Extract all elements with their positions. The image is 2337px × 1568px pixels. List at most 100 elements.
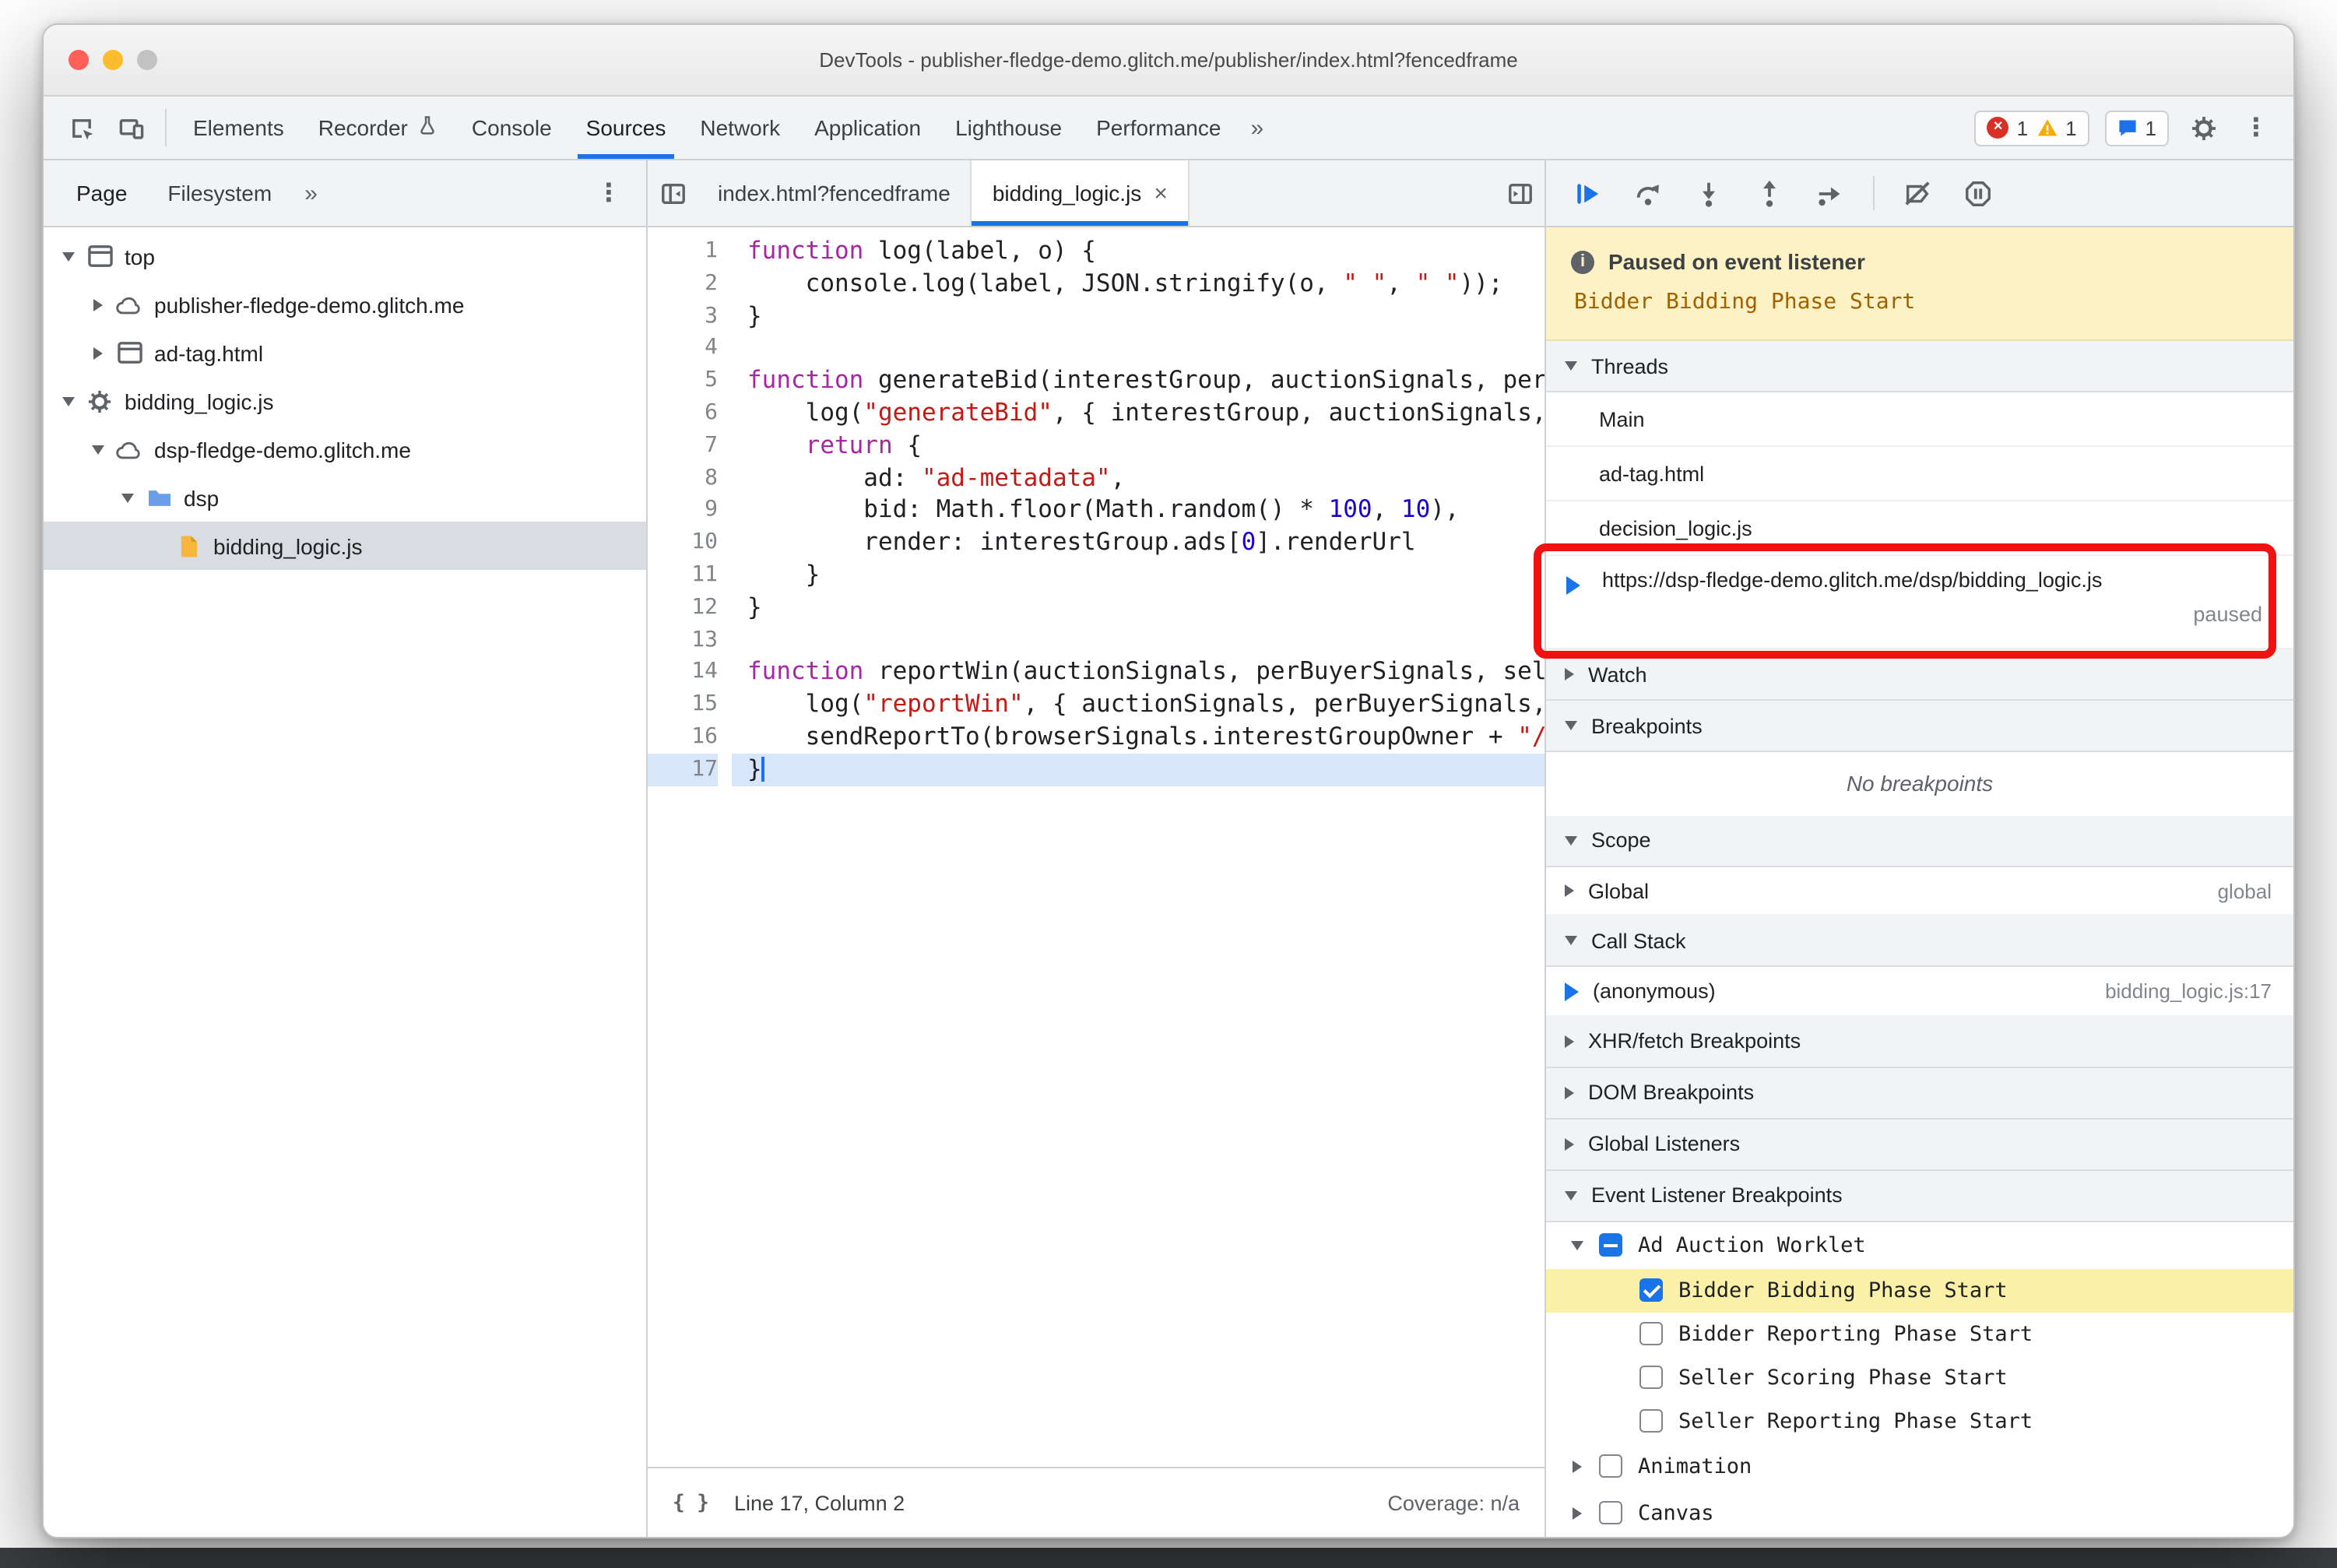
collapse-icon[interactable] xyxy=(86,445,111,454)
section-breakpoints[interactable]: Breakpoints xyxy=(1546,701,2293,752)
step-over-icon[interactable] xyxy=(1622,170,1674,216)
settings-gear-icon[interactable] xyxy=(2184,114,2222,141)
line-number[interactable]: 16 xyxy=(648,721,718,754)
section-call-stack[interactable]: Call Stack xyxy=(1546,916,2293,968)
line-number[interactable]: 11 xyxy=(648,559,718,592)
line-number[interactable]: 4 xyxy=(648,332,718,365)
tree-item-top[interactable]: top xyxy=(44,232,646,280)
section-dom-breakpoints[interactable]: DOM Breakpoints xyxy=(1546,1067,2293,1120)
tab-performance[interactable]: Performance xyxy=(1079,97,1238,159)
elb-item-bidder-bidding-phase-start[interactable]: Bidder Bidding Phase Start xyxy=(1546,1268,2293,1313)
elb-item-bidder-reporting-phase-start[interactable]: Bidder Reporting Phase Start xyxy=(1546,1313,2293,1356)
tab-console[interactable]: Console xyxy=(455,97,569,159)
device-toolbar-button[interactable] xyxy=(106,97,156,159)
collapse-icon[interactable] xyxy=(56,396,81,406)
section-threads[interactable]: Threads xyxy=(1546,341,2293,392)
line-number[interactable]: 1 xyxy=(648,235,718,268)
step-into-icon[interactable] xyxy=(1683,170,1734,216)
tree-item-bidding-logic-js[interactable]: bidding_logic.js xyxy=(44,377,646,425)
thread-item-active[interactable]: https://dsp-fledge-demo.glitch.me/dsp/bi… xyxy=(1546,556,2293,649)
toggle-navigator-icon[interactable] xyxy=(648,160,698,226)
tree-item-dsp-fledge-demo-glitch-me[interactable]: dsp-fledge-demo.glitch.me xyxy=(44,425,646,473)
step-icon[interactable] xyxy=(1805,170,1856,216)
tab-elements[interactable]: Elements xyxy=(176,97,301,159)
line-number-gutter[interactable]: 1 2 3 4 5 6 7 8 9 10 11 12 13 14 15 16 17 xyxy=(648,235,732,1467)
expand-icon[interactable] xyxy=(86,298,111,311)
tab-application[interactable]: Application xyxy=(797,97,938,159)
line-number[interactable]: 12 xyxy=(648,592,718,624)
close-tab-icon[interactable]: × xyxy=(1154,180,1168,206)
checkbox-ad-auction-worklet[interactable] xyxy=(1599,1233,1622,1257)
call-stack-frame[interactable]: (anonymous) bidding_logic.js:17 xyxy=(1546,968,2293,1017)
resume-script-icon[interactable] xyxy=(1562,170,1613,216)
line-number[interactable]: 8 xyxy=(648,462,718,494)
line-number[interactable]: 14 xyxy=(648,656,718,689)
pause-on-exceptions-icon[interactable] xyxy=(1952,170,2004,216)
navigator-menu-icon[interactable]: ⋮ xyxy=(596,178,646,209)
tab-recorder[interactable]: Recorder xyxy=(301,97,455,159)
elb-group-animation[interactable]: Animation xyxy=(1546,1443,2293,1490)
pretty-print-button[interactable]: { } xyxy=(673,1491,709,1514)
line-number[interactable]: 13 xyxy=(648,624,718,656)
section-global-listeners[interactable]: Global Listeners xyxy=(1546,1119,2293,1171)
checkbox-animation[interactable] xyxy=(1599,1454,1622,1478)
line-number[interactable]: 5 xyxy=(648,364,718,397)
line-number[interactable]: 15 xyxy=(648,688,718,721)
thread-item-main[interactable]: Main xyxy=(1546,392,2293,447)
collapse-icon[interactable] xyxy=(56,251,81,261)
tab-lighthouse[interactable]: Lighthouse xyxy=(938,97,1079,159)
elb-group-ad-auction-worklet[interactable]: Ad Auction Worklet xyxy=(1546,1222,2293,1269)
tab-filesystem[interactable]: Filesystem xyxy=(147,160,292,226)
zoom-window-button[interactable] xyxy=(137,50,157,70)
close-window-button[interactable] xyxy=(69,50,89,70)
line-number[interactable]: 2 xyxy=(648,268,718,301)
tab-page[interactable]: Page xyxy=(56,160,147,226)
tab-network[interactable]: Network xyxy=(683,97,797,159)
line-number[interactable]: 3 xyxy=(648,300,718,332)
kebab-menu-icon[interactable]: ⋮ xyxy=(2237,112,2275,143)
section-event-listener-breakpoints[interactable]: Event Listener Breakpoints xyxy=(1546,1170,2293,1222)
checkbox-bidder-bidding-phase-start[interactable] xyxy=(1639,1278,1663,1303)
checkbox-bidder-reporting-phase-start[interactable] xyxy=(1639,1322,1663,1346)
tab-sources[interactable]: Sources xyxy=(569,97,684,159)
deactivate-breakpoints-icon[interactable] xyxy=(1892,170,1943,216)
line-number[interactable]: 7 xyxy=(648,430,718,462)
more-panels-button[interactable]: » xyxy=(1238,97,1276,159)
line-number[interactable]: 9 xyxy=(648,494,718,527)
section-watch[interactable]: Watch xyxy=(1546,649,2293,701)
step-out-icon[interactable] xyxy=(1744,170,1795,216)
tree-item-dsp[interactable]: dsp xyxy=(44,473,646,522)
code-content[interactable]: function log(label, o) { console.log(lab… xyxy=(732,235,1545,1467)
elb-item-seller-reporting-phase-start[interactable]: Seller Reporting Phase Start xyxy=(1546,1400,2293,1443)
minimize-window-button[interactable] xyxy=(103,50,123,70)
line-number[interactable]: 10 xyxy=(648,526,718,559)
collapse-icon[interactable] xyxy=(115,493,140,502)
issues-counter[interactable]: × 1 1 xyxy=(1974,110,2089,146)
editor-tab-index-html[interactable]: index.html?fencedframe xyxy=(698,160,972,226)
more-navigator-tabs-button[interactable]: » xyxy=(292,180,330,206)
checkbox-canvas[interactable] xyxy=(1599,1501,1622,1525)
elb-group-canvas[interactable]: Canvas xyxy=(1546,1490,2293,1537)
code-editor[interactable]: 1 2 3 4 5 6 7 8 9 10 11 12 13 14 15 16 17 function log(l… xyxy=(648,227,1545,1467)
collapse-icon[interactable] xyxy=(1565,1240,1590,1250)
line-number[interactable]: 6 xyxy=(648,397,718,430)
tree-item-publisher-fledge-demo-glitch-me[interactable]: publisher-fledge-demo.glitch.me xyxy=(44,280,646,329)
checkbox-seller-reporting-phase-start[interactable] xyxy=(1639,1409,1663,1433)
editor-tab-bidding-logic[interactable]: bidding_logic.js × xyxy=(972,160,1190,226)
thread-item-ad-tag-html[interactable]: ad-tag.html xyxy=(1546,447,2293,501)
line-number[interactable]: 17 xyxy=(648,753,718,786)
messages-counter[interactable]: 1 xyxy=(2104,110,2169,146)
section-xhr-fetch-breakpoints[interactable]: XHR/fetch Breakpoints xyxy=(1546,1016,2293,1068)
elb-item-seller-scoring-phase-start[interactable]: Seller Scoring Phase Start xyxy=(1546,1356,2293,1400)
expand-icon[interactable] xyxy=(1565,1460,1590,1473)
toggle-debugger-icon[interactable] xyxy=(1495,160,1545,226)
inspect-element-button[interactable] xyxy=(56,97,106,159)
tree-item-ad-tag-html[interactable]: ad-tag.html xyxy=(44,329,646,377)
scope-global-row[interactable]: Global global xyxy=(1546,867,2293,916)
tree-item-bidding-logic-js[interactable]: bidding_logic.js xyxy=(44,522,646,570)
expand-icon[interactable] xyxy=(86,346,111,359)
expand-icon[interactable] xyxy=(1565,1506,1590,1520)
checkbox-seller-scoring-phase-start[interactable] xyxy=(1639,1366,1663,1390)
thread-item-decision-logic-js[interactable]: decision_logic.js xyxy=(1546,501,2293,556)
section-scope[interactable]: Scope xyxy=(1546,815,2293,867)
